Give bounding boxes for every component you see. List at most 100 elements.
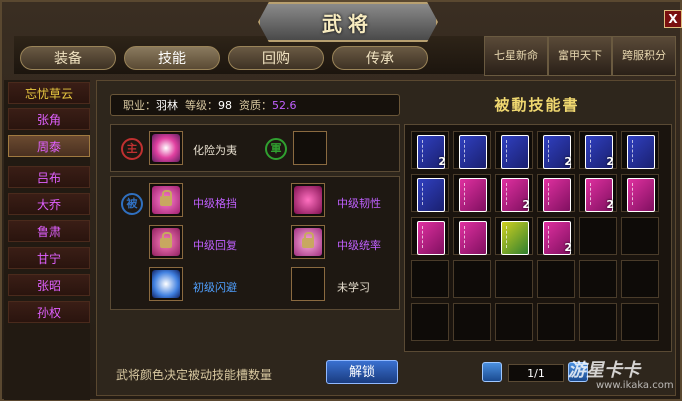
tab-equipment[interactable]: 装备 [20, 46, 116, 70]
hero-item[interactable]: 甘宁 [8, 247, 90, 269]
empty-book-slot[interactable] [579, 260, 617, 298]
window-title: 武将 [322, 11, 374, 36]
empty-book-slot[interactable] [537, 260, 575, 298]
main-skill-icon [152, 134, 180, 162]
empty-book-slot[interactable] [537, 303, 575, 341]
empty-book-slot[interactable] [411, 260, 449, 298]
empty-book-slot[interactable] [411, 303, 449, 341]
passive-skill-slot-empty[interactable] [291, 267, 325, 301]
book-count: 2 [522, 198, 530, 211]
empty-book-slot[interactable] [453, 303, 491, 341]
hero-item[interactable]: 张角 [8, 108, 90, 130]
passive-skill-slot[interactable] [149, 183, 183, 217]
skill-book-icon [459, 221, 487, 255]
army-badge: 軍 [265, 138, 287, 160]
book-count: 2 [564, 241, 572, 254]
passive-skill-name: 中级韧性 [337, 197, 381, 210]
tab-inherit[interactable]: 传承 [332, 46, 428, 70]
book-slot[interactable] [411, 217, 449, 255]
level-label: 等级： [185, 99, 218, 112]
hero-item[interactable]: 鲁肃 [8, 220, 90, 242]
skill-book-icon [417, 221, 445, 255]
hero-info-bar: 职业：羽林 等级：98 资质：52.6 [110, 94, 400, 116]
skill-book-icon [417, 178, 445, 212]
empty-book-slot[interactable] [495, 303, 533, 341]
window-title-bar: 武将 [258, 2, 438, 42]
banner-1[interactable]: 七星新命 [484, 36, 548, 76]
book-slot[interactable] [621, 174, 659, 212]
hero-item[interactable]: 张昭 [8, 274, 90, 296]
book-slot[interactable] [453, 174, 491, 212]
passive-skill-name: 未学习 [337, 281, 370, 294]
lock-icon [160, 190, 172, 206]
skill-book-icon [501, 221, 529, 255]
main-skill-slot[interactable] [149, 131, 183, 165]
hero-item-selected[interactable]: 周泰 [8, 135, 90, 157]
book-slot[interactable] [453, 131, 491, 169]
tab-buyback[interactable]: 回购 [228, 46, 324, 70]
passive-skill-slot[interactable] [291, 183, 325, 217]
hero-list: 忘忧草云 张角 周泰 吕布 大乔 鲁肃 甘宁 张昭 孙权 [4, 80, 90, 400]
lock-icon [160, 232, 172, 248]
passive-skill-name: 初级闪避 [193, 281, 237, 294]
watermark-url: www.ikaka.com [596, 380, 674, 391]
empty-book-slot[interactable] [495, 260, 533, 298]
banner-3[interactable]: 跨服积分 [612, 36, 676, 76]
main-skill-name: 化险为夷 [193, 144, 237, 157]
passive-skill-name: 中级回复 [193, 239, 237, 252]
book-slot[interactable]: 2 [495, 174, 533, 212]
hero-item[interactable]: 孙权 [8, 301, 90, 323]
skill-book-icon [627, 178, 655, 212]
prev-page-button[interactable] [482, 362, 502, 382]
page-indicator: 1/1 [508, 364, 564, 382]
unlock-button[interactable]: 解锁 [326, 360, 398, 384]
passive-skill-slot[interactable] [291, 225, 325, 259]
skill-book-icon [543, 178, 571, 212]
close-button[interactable]: X [664, 10, 682, 28]
skill-book-grid: 2 2 2 2 2 2 [404, 124, 672, 352]
book-slot[interactable] [495, 131, 533, 169]
skill-book-icon [501, 135, 529, 169]
book-count: 2 [606, 198, 614, 211]
level-value: 98 [218, 99, 232, 112]
book-slot[interactable]: 2 [411, 131, 449, 169]
book-slot[interactable]: 2 [579, 174, 617, 212]
army-skill-slot[interactable] [293, 131, 327, 165]
empty-book-slot[interactable] [621, 260, 659, 298]
empty-book-slot[interactable] [621, 217, 659, 255]
lock-icon [302, 232, 314, 248]
banner-2[interactable]: 富甲天下 [548, 36, 612, 76]
book-count: 2 [564, 155, 572, 168]
book-slot[interactable] [621, 131, 659, 169]
aptitude-label: 资质： [239, 99, 272, 112]
hero-item[interactable]: 大乔 [8, 193, 90, 215]
watermark-logo: 游星卡卡 [568, 360, 640, 381]
empty-book-slot[interactable] [621, 303, 659, 341]
passive-skill-slot[interactable] [149, 267, 183, 301]
book-slot[interactable] [453, 217, 491, 255]
passive-badge: 被 [121, 193, 143, 215]
hero-item[interactable]: 吕布 [8, 166, 90, 188]
job-value: 羽林 [156, 99, 178, 112]
tab-skills[interactable]: 技能 [124, 46, 220, 70]
book-slot[interactable]: 2 [537, 217, 575, 255]
passive-skill-name: 中级格挡 [193, 197, 237, 210]
book-panel-title: 被動技能書 [494, 96, 580, 114]
passive-skill-slot[interactable] [149, 225, 183, 259]
book-count: 2 [438, 155, 446, 168]
book-slot[interactable]: 2 [579, 131, 617, 169]
book-slot[interactable]: 2 [537, 131, 575, 169]
empty-book-slot[interactable] [579, 303, 617, 341]
main-skill-box: 主 化险为夷 軍 [110, 124, 400, 172]
hero-item[interactable]: 忘忧草云 [8, 82, 90, 104]
main-badge: 主 [121, 138, 143, 160]
shield-icon [294, 186, 322, 214]
passive-skill-box: 被 中级格挡 中级韧性 中级回复 中级统率 初级闪避 未学习 [110, 176, 400, 310]
book-slot[interactable] [411, 174, 449, 212]
empty-book-slot[interactable] [453, 260, 491, 298]
slot-note: 武将颜色决定被动技能槽数量 [116, 368, 273, 382]
dodge-skill-icon [152, 270, 180, 298]
empty-book-slot[interactable] [579, 217, 617, 255]
book-slot[interactable] [537, 174, 575, 212]
book-slot[interactable] [495, 217, 533, 255]
